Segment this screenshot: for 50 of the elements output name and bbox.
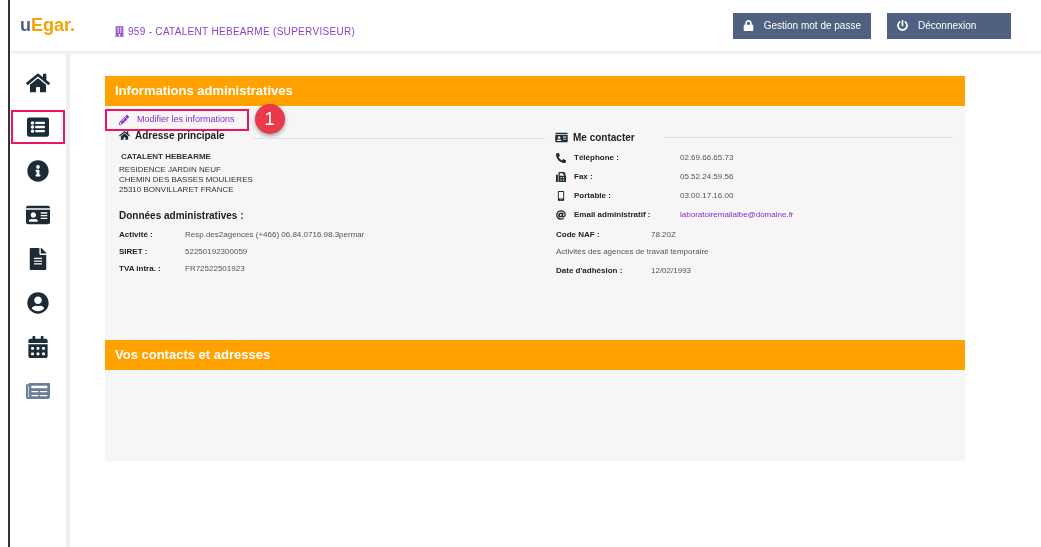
field-value: FR72522501923 [185, 262, 245, 275]
logout-button[interactable]: Déconnexion [887, 12, 1011, 39]
account-label: 959 - CATALENT HEBEARME (SUPERVISEUR) [128, 25, 356, 39]
user-icon [26, 292, 50, 314]
newspaper-icon [26, 380, 50, 402]
section-title: Données administratives : [119, 209, 245, 223]
field-label: Activité : [119, 228, 154, 241]
panel-header: Informations administratives [105, 76, 965, 106]
field-value: 12/02/1993 [651, 265, 692, 277]
building-icon [115, 26, 124, 37]
field-value: 52250192300059 [185, 245, 248, 258]
section-title: Me contacter [573, 131, 635, 145]
pencil-icon [119, 115, 129, 125]
naf-description: Activités des agences de travail temporaire [556, 246, 710, 258]
callout-badge: 1 [254, 104, 285, 134]
at-sign-icon [556, 210, 566, 220]
field-label: TVA intra. : [119, 262, 162, 275]
app-logo: uEgar. [20, 14, 77, 37]
field-label: Fax : [574, 171, 594, 183]
home-icon [26, 72, 50, 94]
mobile-phone-icon [556, 191, 566, 201]
list-icon [26, 116, 50, 138]
power-icon [897, 20, 908, 31]
section-title: Adresse principale [135, 129, 225, 143]
password-button[interactable]: Gestion mot de passe [732, 12, 871, 39]
email-link[interactable]: laboratoiremailalbe@domaine.fr [680, 209, 794, 221]
field-label: SIRET : [119, 245, 149, 258]
field-label: Email administratif : [574, 209, 652, 221]
field-label: Portable : [574, 190, 612, 202]
field-value: 78.20Z [651, 229, 676, 241]
field-value: 02.69.66.65.73 [680, 152, 734, 164]
field-value: 03.00.17.16.00 [680, 190, 734, 202]
field-value: Resp.des2agences (+466) 06.84.0716.98.3permar [185, 228, 365, 241]
fax-icon [556, 172, 566, 182]
field-label: Téléphone : [574, 152, 620, 164]
id-card-icon [26, 204, 50, 226]
calendar-icon [26, 336, 50, 358]
panel-header: Vos contacts et adresses [105, 340, 965, 370]
lock-icon [742, 20, 754, 31]
home-icon [119, 130, 130, 141]
field-label: Code NAF : [556, 229, 601, 241]
company-name: CATALENT HEBEARME [120, 151, 212, 163]
id-card-icon [555, 132, 568, 143]
info-icon [26, 160, 50, 182]
field-label: Date d'adhésion : [556, 265, 624, 277]
address-text: RESIDENCE JARDIN NEUF CHEMIN DES BASSES MOULIERES 25310 BONVILLARET FRANCE [119, 165, 254, 195]
edit-link[interactable]: Modifier les informations [105, 109, 249, 131]
phone-icon [556, 153, 566, 163]
field-value: 05.52.24.59.56 [680, 171, 734, 183]
sidebar-item[interactable] [11, 110, 65, 144]
